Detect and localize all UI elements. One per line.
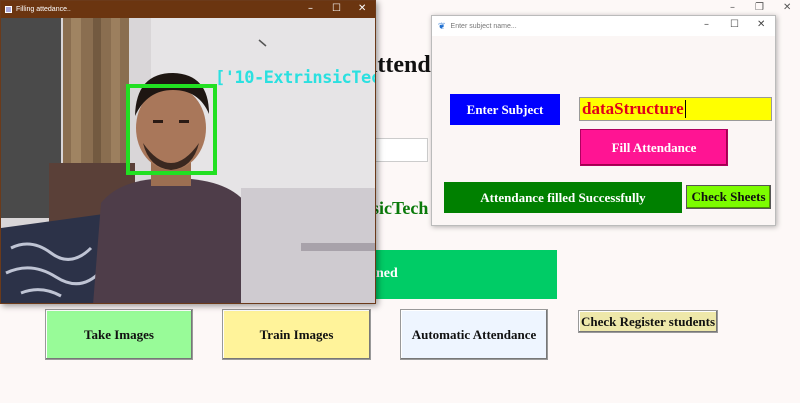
check-sheets-button[interactable]: Check Sheets (686, 185, 771, 209)
close-icon[interactable]: ✕ (757, 19, 765, 30)
close-icon[interactable]: ✕ (358, 3, 366, 14)
take-images-button[interactable]: Take Images (45, 309, 193, 360)
automatic-attendance-button[interactable]: Automatic Attendance (400, 309, 548, 360)
background-input-field[interactable] (376, 138, 428, 162)
camera-window-title: Filling attedance.. (16, 6, 71, 13)
text-caret (684, 100, 686, 118)
attendance-status-message: Attendance filled Successfully (444, 182, 682, 213)
subject-dialog: ❦ Enter subject name... – ☐ ✕ Enter Subj… (431, 15, 776, 226)
face-detection-box (126, 84, 217, 175)
camera-feed: ['10-ExtrinsicTec (1, 18, 376, 303)
minimize-icon[interactable]: – (704, 19, 709, 30)
window-app-icon (5, 6, 12, 13)
train-images-button[interactable]: Train Images (222, 309, 371, 360)
enter-subject-button[interactable]: Enter Subject (450, 94, 560, 125)
bg-restore-button[interactable]: ❐ (755, 2, 764, 13)
recognition-label: ['10-ExtrinsicTec (215, 68, 376, 88)
check-register-students-button[interactable]: Check Register students (578, 310, 718, 333)
maximize-icon[interactable]: ☐ (730, 19, 739, 30)
org-name-fragment: sicTech (372, 198, 429, 218)
subject-dialog-titlebar[interactable]: ❦ Enter subject name... – ☐ ✕ (432, 16, 775, 36)
green-status-bar-text: ned (376, 266, 398, 281)
subject-input[interactable]: dataStructure (579, 97, 772, 121)
camera-window-titlebar[interactable]: Filling attedance.. – ☐ ✕ (1, 1, 375, 18)
green-status-bar: ned (376, 250, 557, 299)
subject-dialog-title: Enter subject name... (450, 22, 517, 30)
feather-icon: ❦ (438, 20, 446, 31)
bg-minimize-button[interactable]: – (730, 2, 735, 13)
maximize-icon[interactable]: ☐ (332, 3, 341, 14)
minimize-icon[interactable]: – (308, 3, 313, 14)
camera-window: Filling attedance.. – ☐ ✕ ['10-Extrinsic… (0, 0, 376, 304)
fill-attendance-button[interactable]: Fill Attendance (580, 129, 728, 166)
subject-input-value: dataStructure (582, 99, 684, 118)
bg-close-button[interactable]: ✕ (783, 2, 791, 13)
